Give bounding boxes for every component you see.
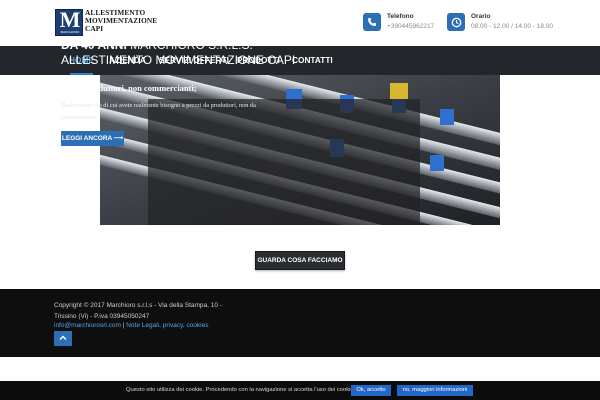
logo-mark: M MARCHIORO bbox=[55, 9, 83, 36]
cookie-accept-button[interactable]: Ok, accetto bbox=[351, 385, 391, 396]
see-what-we-do-button[interactable]: GUARDA COSA FACCIAMO bbox=[255, 251, 345, 270]
chevron-up-icon bbox=[59, 335, 67, 340]
cookie-bar: Questo sito utilizza dei cookie. Procede… bbox=[0, 381, 600, 400]
contact-hours-label: Orario bbox=[471, 13, 491, 20]
hero-body: Realizziamo ciò di cui avete realmente b… bbox=[61, 102, 256, 121]
contact-hours: Orario 08.00 - 12.00 / 14.00 - 18.00 bbox=[447, 13, 553, 32]
logo-letter: M bbox=[59, 7, 81, 32]
footer-copyright: Copyright © 2017 Marchioro s.r.l.s - Via… bbox=[54, 302, 222, 320]
footer-legal-link[interactable]: Note Legali, privacy, cookies bbox=[126, 322, 208, 329]
contact-phone-label: Telefono bbox=[387, 13, 414, 20]
logo-mark-caption: MARCHIORO bbox=[60, 30, 80, 34]
footer-links: info@marchiorosrl.com | Note Legali, pri… bbox=[54, 320, 209, 331]
hero-slider bbox=[100, 75, 500, 225]
contact-phone: Telefono +390445962217 bbox=[363, 13, 434, 32]
hero-subtitle: Siamo produttori, non commercianti; bbox=[61, 83, 197, 93]
footer-spacer bbox=[0, 357, 600, 381]
hero-title: DA 40 ANNI MARCHIORO S.R.L.S. ALLESTIMEN… bbox=[61, 38, 311, 68]
contact-hours-value: 08.00 - 12.00 / 14.00 - 18.00 bbox=[471, 23, 554, 30]
logo-text: ALLESTIMENTO MOVIMENTAZIONE CAPI bbox=[85, 9, 157, 33]
cookie-message: Questo sito utilizza dei cookie. Procede… bbox=[126, 387, 356, 393]
footer-email-link[interactable]: info@marchiorosrl.com bbox=[54, 322, 121, 329]
phone-icon bbox=[363, 13, 381, 31]
site-logo[interactable]: M MARCHIORO ALLESTIMENTO MOVIMENTAZIONE … bbox=[55, 9, 157, 36]
back-to-top-button[interactable] bbox=[54, 331, 72, 346]
contact-phone-value[interactable]: +390445962217 bbox=[387, 21, 434, 32]
clock-icon bbox=[447, 13, 465, 31]
hero-title-bold: DA 40 ANNI bbox=[61, 38, 127, 52]
read-more-button[interactable]: LEGGI ANCORA ⟶ bbox=[61, 131, 124, 146]
cookie-more-info-button[interactable]: no, maggiori informazioni bbox=[397, 385, 473, 396]
logo-line-3: CAPI bbox=[85, 24, 104, 33]
